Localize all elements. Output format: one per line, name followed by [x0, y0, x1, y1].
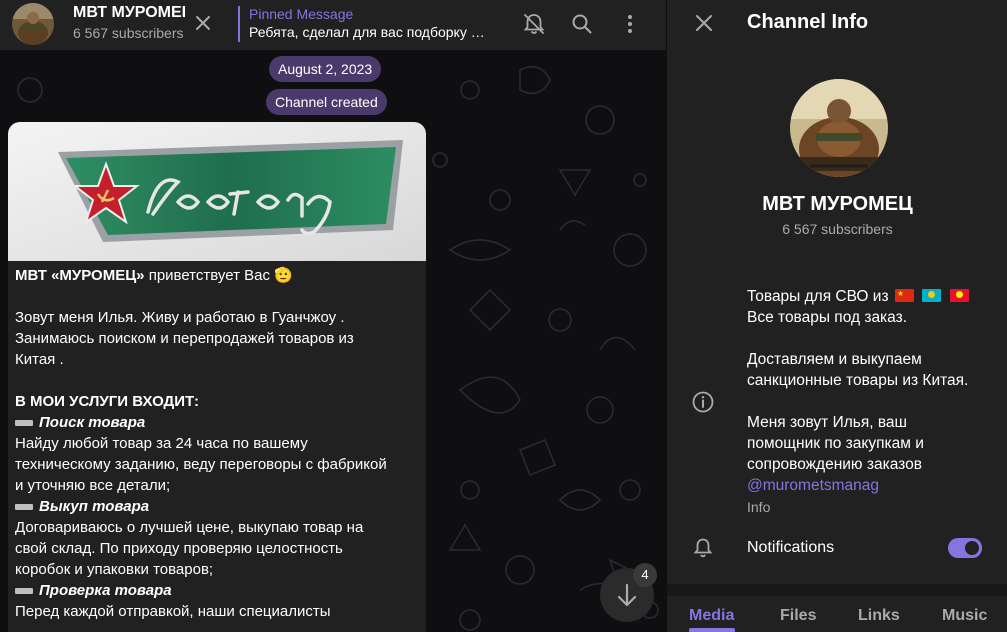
description-line-7: сопровождению заказов — [747, 456, 922, 473]
notifications-toggle[interactable] — [948, 538, 982, 558]
message-line: Занимаюсь поиском и перепродажей товаров… — [15, 330, 354, 347]
message-line — [15, 370, 423, 391]
chat-title: МВТ МУРОМЕЦ — [73, 4, 185, 21]
date-pill: August 2, 2023 — [269, 56, 382, 82]
info-icon — [692, 391, 714, 413]
message-line: техническому заданию, веду переговоры с … — [15, 456, 387, 473]
minus-emoji-icon — [15, 504, 33, 511]
active-tab-indicator — [689, 628, 735, 632]
channel-avatar[interactable] — [12, 3, 54, 45]
message-line: Договариваюсь о лучшей цене, выкупаю тов… — [15, 519, 364, 536]
pinned-message-title: Pinned Message — [249, 6, 354, 22]
channel-avatar-image — [12, 3, 54, 45]
description-line-3: Доставляем и выкупаем — [747, 351, 922, 368]
more-vertical-icon[interactable] — [616, 10, 644, 38]
minus-emoji-icon — [15, 588, 33, 595]
notifications-label: Notifications — [747, 539, 835, 556]
message-line: коробок и упаковки товаров; — [15, 561, 214, 578]
message-line: МВТ «МУРОМЕЦ» приветствует Вас 🫡 — [15, 265, 423, 286]
chat-subscribers: 6 567 subscribers — [73, 25, 184, 41]
message-line: свой склад. По приходу проверяю целостно… — [15, 540, 343, 557]
close-icon[interactable] — [691, 10, 717, 36]
description-line-1: Товары для СВО из — [747, 288, 889, 305]
tab-media[interactable]: Media — [689, 607, 734, 625]
message-photo[interactable] — [8, 122, 426, 261]
bell-icon — [693, 538, 713, 558]
tab-files[interactable]: Files — [780, 607, 816, 625]
description-line-5: Меня зовут Илья, ваш — [747, 414, 907, 431]
greeting-text: МВТ «МУРОМЕЦ» приветствует Вас 🫡 — [15, 267, 293, 284]
message-line: Зовут меня Илья. Живу и работаю в Гуанчж… — [15, 309, 345, 326]
message-line: Выкуп товара — [15, 496, 423, 517]
search-icon[interactable] — [568, 10, 596, 38]
message-text: МВТ «МУРОМЕЦ» приветствует Вас 🫡 Зовут ме… — [15, 265, 423, 622]
message-bubble[interactable]: МВТ «МУРОМЕЦ» приветствует Вас 🫡 Зовут ме… — [8, 122, 426, 632]
message-line: В МОИ УСЛУГИ ВХОДИТ: — [15, 393, 199, 410]
channel-name: МВТ МУРОМЕЦ — [762, 193, 913, 215]
service-heading: Выкуп товара — [39, 498, 150, 515]
toggle-knob — [962, 538, 982, 558]
message-line: Перед каждой отправкой, наши специалисты — [15, 603, 331, 620]
tab-music[interactable]: Music — [942, 607, 987, 625]
service-heading: Проверка товара — [39, 582, 172, 599]
manager-username-link[interactable]: @murometsmanag — [747, 475, 997, 496]
mute-bell-icon[interactable] — [520, 10, 548, 38]
channel-avatar-large[interactable] — [790, 79, 888, 177]
info-panel-title: Channel Info — [747, 11, 869, 33]
description-line-6: помощник по закупкам и — [747, 435, 924, 452]
channel-created-pill: Channel created — [266, 89, 387, 115]
description-line-4: санкционные товары из Китая. — [747, 372, 969, 389]
message-line: Поиск товара — [15, 412, 423, 433]
greeting-channel-name: МВТ «МУРОМЕЦ» — [15, 267, 145, 284]
pinned-message[interactable]: Pinned Message Ребята, сделал для вас по… — [238, 6, 485, 42]
china-flag-icon: ★ — [894, 289, 914, 302]
description-line-2: Все товары под заказ. — [747, 309, 908, 326]
tab-links[interactable]: Links — [858, 607, 900, 625]
pinned-message-text: Ребята, сделал для вас подборку … — [249, 24, 485, 40]
minus-emoji-icon — [15, 420, 33, 427]
message-line: и уточняю все детали; — [15, 477, 171, 494]
kazakhstan-flag-icon — [922, 289, 942, 302]
channel-info-panel: Channel Info МВТ МУРОМЕЦ 6 567 subscribe… — [666, 0, 1007, 632]
chat-panel: МВТ МУРОМЕЦ 6 567 subscribers Pinned Mes… — [0, 0, 666, 632]
telegram-window: МВТ МУРОМЕЦ 6 567 subscribers Pinned Mes… — [0, 0, 1007, 632]
message-line: Проверка товара — [15, 580, 423, 601]
unread-count-badge: 4 — [633, 563, 657, 587]
info-caption: Info — [747, 499, 771, 515]
service-heading: Поиск товара — [39, 414, 146, 431]
message-line: Найду любой товар за 24 часа по вашему — [15, 435, 308, 452]
chat-header: МВТ МУРОМЕЦ 6 567 subscribers Pinned Mes… — [0, 0, 666, 50]
message-line: Китая . — [15, 351, 64, 368]
message-line — [15, 286, 423, 307]
tabs-separator — [667, 584, 1007, 596]
channel-avatar-large-image — [790, 79, 888, 177]
channel-subscribers: 6 567 subscribers — [782, 221, 893, 237]
channel-description: Товары для СВО из ★ Все товары под заказ… — [747, 286, 997, 496]
close-pinned-icon[interactable] — [190, 10, 216, 36]
kyrgyzstan-flag-icon — [949, 289, 969, 302]
